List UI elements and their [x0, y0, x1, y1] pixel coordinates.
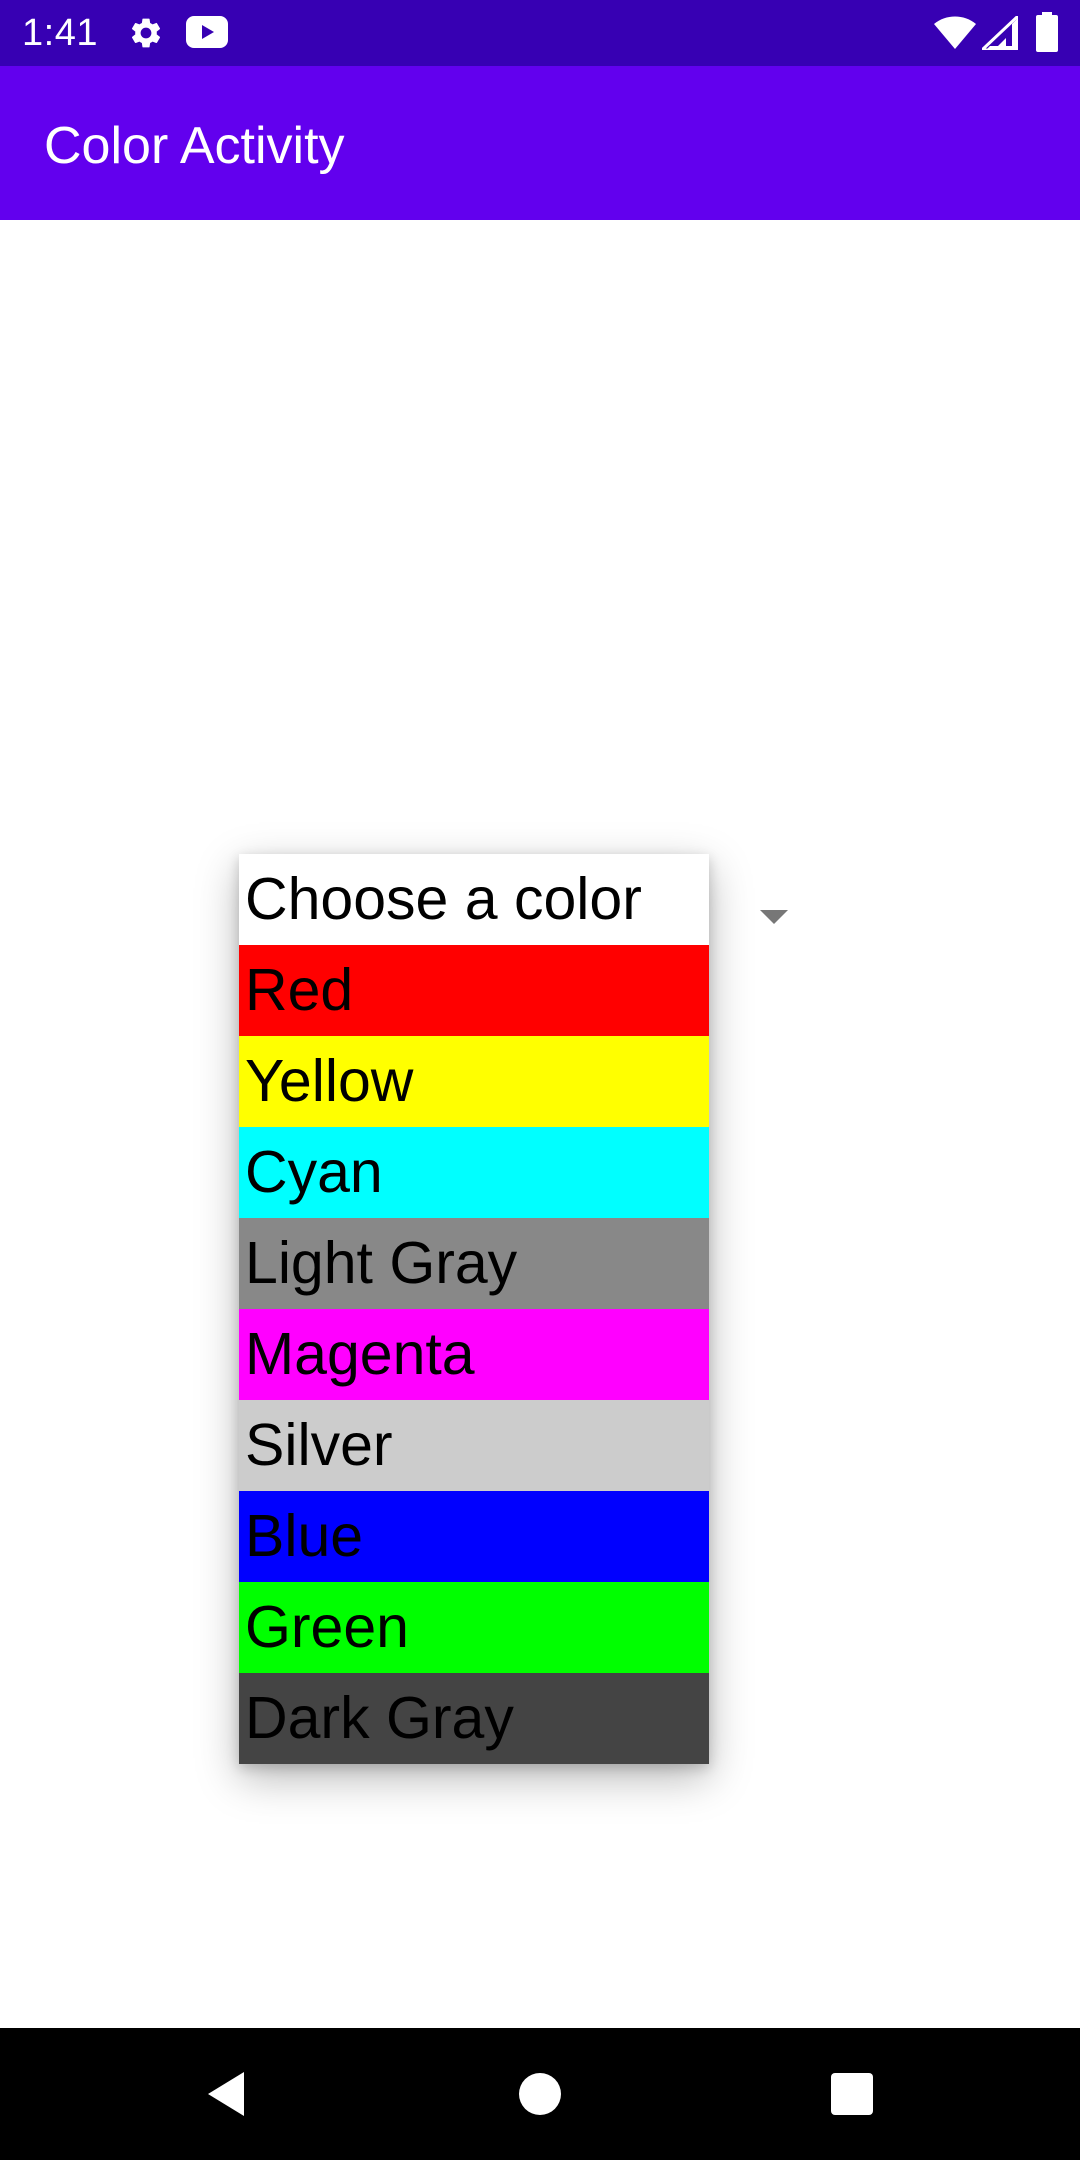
- back-icon[interactable]: [196, 2062, 260, 2126]
- dropdown-item-green[interactable]: Green: [239, 1582, 709, 1673]
- dropdown-prompt[interactable]: Choose a color: [239, 854, 709, 945]
- navigation-bar: [0, 2028, 1080, 2160]
- dropdown-item-cyan[interactable]: Cyan: [239, 1127, 709, 1218]
- status-bar: 1:41: [0, 0, 1080, 66]
- dropdown-item-blue[interactable]: Blue: [239, 1491, 709, 1582]
- dropdown-item-dark-gray[interactable]: Dark Gray: [239, 1673, 709, 1764]
- wifi-icon: [934, 16, 976, 49]
- app-bar: Color Activity: [0, 66, 1080, 220]
- status-time: 1:41: [22, 12, 98, 54]
- home-icon[interactable]: [508, 2062, 572, 2126]
- dropdown-item-magenta[interactable]: Magenta: [239, 1309, 709, 1400]
- recents-icon[interactable]: [820, 2062, 884, 2126]
- color-dropdown: Choose a color Red Yellow Cyan Light Gra…: [239, 854, 709, 1764]
- dropdown-item-red[interactable]: Red: [239, 945, 709, 1036]
- battery-icon: [1036, 12, 1058, 52]
- app-title: Color Activity: [44, 117, 345, 175]
- dropdown-item-silver[interactable]: Silver: [239, 1400, 709, 1491]
- chevron-down-icon[interactable]: [760, 910, 788, 924]
- dropdown-item-yellow[interactable]: Yellow: [239, 1036, 709, 1127]
- settings-icon: [131, 18, 161, 48]
- youtube-icon: [186, 16, 228, 48]
- signal-icon: [982, 16, 1018, 50]
- dropdown-item-light-gray[interactable]: Light Gray: [239, 1218, 709, 1309]
